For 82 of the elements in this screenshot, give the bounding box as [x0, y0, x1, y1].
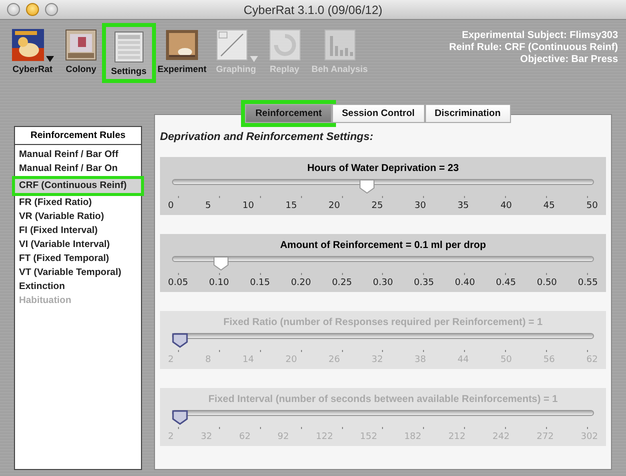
tick-label: 14	[242, 355, 254, 365]
tick-label: 45	[543, 201, 555, 211]
tick-label: 0.55	[578, 278, 598, 288]
slider-thumb[interactable]	[358, 179, 375, 194]
minimize-button[interactable]	[26, 3, 39, 16]
tick-label: 30	[414, 201, 426, 211]
tick-label: 32	[371, 355, 383, 365]
tick-label: 2	[168, 432, 174, 442]
tick-label: 302	[580, 432, 598, 442]
cage-icon	[64, 28, 98, 62]
tick-label: 182	[404, 432, 422, 442]
tab[interactable]: Discrimination	[424, 104, 511, 123]
settings-icon	[112, 30, 146, 64]
subject-info: Reinf Rule: CRF (Continuous Reinf)	[449, 42, 618, 54]
tick-label: 8	[205, 355, 211, 365]
tick-label: 40	[500, 201, 512, 211]
slider-label: Fixed Interval (number of seconds between available Reinforcements) = 1	[207, 394, 559, 405]
tick-label: 242	[492, 432, 510, 442]
tick-label: 50	[500, 355, 512, 365]
window-title: CyberRat 3.1.0 (09/06/12)	[244, 2, 382, 16]
tick-label: 0.20	[290, 278, 311, 288]
tick-label: 152	[360, 432, 378, 442]
replay-icon	[268, 28, 302, 62]
tick-label: 62	[239, 432, 251, 442]
graph-icon	[214, 28, 249, 62]
rule-item[interactable]: VR (Variable Ratio)	[15, 210, 141, 224]
tick-label: 92	[278, 432, 289, 442]
slider-label: Hours of Water Deprivation = 23	[306, 163, 460, 174]
subject-info: Objective: Bar Press	[520, 54, 618, 66]
toolbar-button[interactable]: Colony	[59, 26, 103, 76]
rat-logo-icon	[11, 28, 45, 62]
rule-item[interactable]: Manual Reinf / Bar On	[15, 162, 141, 176]
tick-label: 0.25	[332, 278, 352, 288]
tick-label: 0.05	[168, 278, 188, 288]
tick-label: 35	[457, 201, 469, 211]
tick-label: 25	[371, 201, 383, 211]
tick-label: 0.15	[250, 278, 270, 288]
tick-label: 20	[328, 201, 340, 211]
tick-label: 20	[286, 355, 297, 365]
list-heading: Reinforcement Rules	[15, 127, 141, 145]
tick-label: 15	[286, 201, 297, 211]
rule-item[interactable]: Extinction	[15, 280, 141, 294]
bar-chart-icon	[322, 28, 357, 62]
rule-item[interactable]: Manual Reinf / Bar Off	[15, 148, 141, 162]
tab[interactable]: Session Control	[332, 104, 425, 123]
tick-label: 38	[414, 355, 426, 365]
tick-label: 272	[536, 432, 554, 442]
tick-label: 122	[316, 432, 334, 442]
tick-label: 0	[168, 201, 174, 211]
subject-info: Experimental Subject: Flimsy303	[462, 30, 618, 42]
rule-item[interactable]: FI (Fixed Interval)	[15, 224, 141, 238]
slider-label: Fixed Ratio (number of Responses required per Reinforcement) = 1	[222, 317, 544, 328]
tick-label: 0.45	[496, 278, 516, 288]
slider-thumb[interactable]	[212, 256, 229, 271]
tick-label: 56	[543, 355, 555, 365]
toolbar-button[interactable]: CyberRat	[8, 26, 57, 76]
tick-label: 0.30	[372, 278, 393, 288]
rule-item[interactable]: CRF (Continuous Reinf)	[15, 179, 141, 193]
slider-label: Amount of Reinforcement = 0.1 ml per drop	[279, 240, 487, 251]
section-heading: Deprivation and Reinforcement Settings:	[160, 131, 374, 143]
tick-label: 62	[586, 355, 598, 365]
tick-label: 212	[448, 432, 466, 442]
tick-label: 0.35	[414, 278, 434, 288]
tick-label: 0.10	[208, 278, 230, 288]
tick-label: 26	[328, 355, 340, 365]
toolbar-button[interactable]: Experiment	[154, 26, 210, 76]
tick-label: 0.50	[536, 278, 557, 288]
rule-item[interactable]: FR (Fixed Ratio)	[15, 196, 141, 210]
tick-label: 32	[200, 432, 212, 442]
zoom-button[interactable]	[45, 3, 58, 16]
rule-item[interactable]: VT (Variable Temporal)	[15, 266, 141, 280]
tick-label: 5	[205, 201, 211, 211]
tick-label: 2	[168, 355, 174, 365]
close-button[interactable]	[7, 3, 20, 16]
chamber-icon	[165, 28, 200, 62]
tick-label: 10	[242, 201, 254, 211]
rule-item[interactable]: FT (Fixed Temporal)	[15, 252, 141, 266]
tick-label: 0.40	[454, 278, 475, 288]
tick-label: 50	[586, 201, 598, 211]
tick-label: 44	[457, 355, 469, 365]
rule-item[interactable]: VI (Variable Interval)	[15, 238, 141, 252]
toolbar-button[interactable]: Settings	[105, 26, 153, 80]
